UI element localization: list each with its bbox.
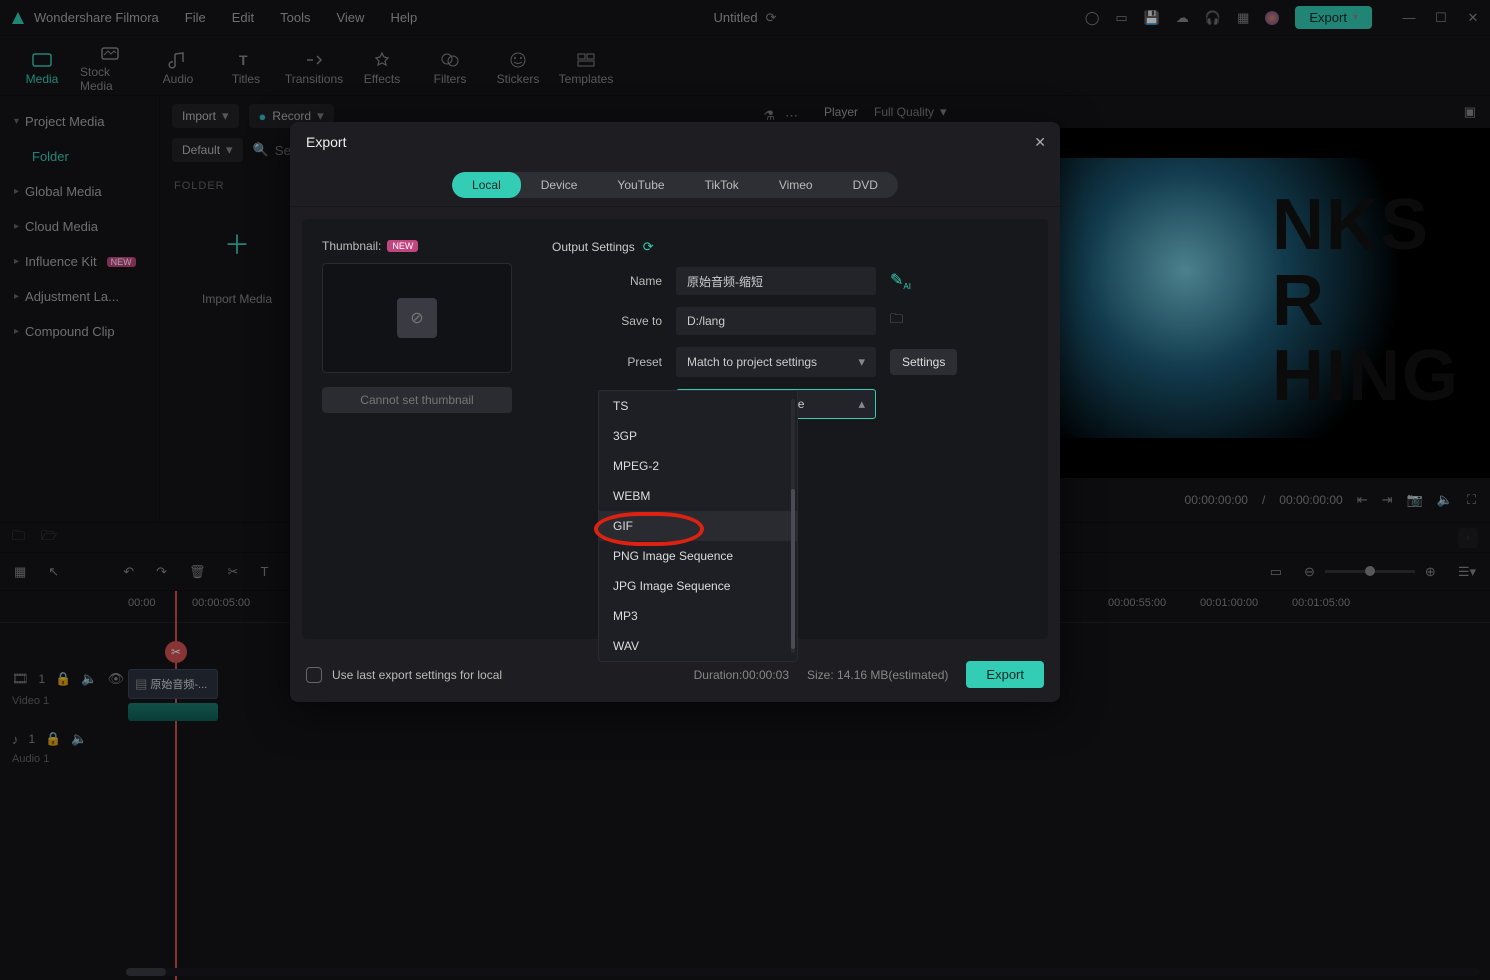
- new-badge: NEW: [387, 240, 418, 252]
- settings-button[interactable]: Settings: [890, 349, 957, 375]
- tab-dvd[interactable]: DVD: [833, 172, 898, 198]
- export-confirm-button[interactable]: Export: [966, 661, 1044, 688]
- annotation-highlight-ring: [594, 512, 704, 546]
- dialog-title: Export: [306, 134, 346, 150]
- output-settings-label: Output Settings: [552, 240, 635, 254]
- no-thumbnail-icon: ⊘: [397, 298, 437, 338]
- select-value: Match to project settings: [687, 355, 817, 369]
- close-icon[interactable]: ✕: [1034, 134, 1046, 151]
- format-option-mpeg2[interactable]: MPEG-2: [599, 451, 797, 481]
- tab-tiktok[interactable]: TikTok: [685, 172, 759, 198]
- ai-edit-icon[interactable]: ✎AI: [890, 270, 911, 291]
- use-last-settings-label: Use last export settings for local: [332, 668, 502, 682]
- chevron-down-icon: ▾: [858, 354, 865, 370]
- name-input[interactable]: [676, 267, 876, 295]
- thumbnail-preview[interactable]: ⊘: [322, 263, 512, 373]
- export-duration: Duration:00:00:03: [694, 668, 789, 682]
- folder-icon[interactable]: 🗀: [890, 310, 903, 332]
- tab-vimeo[interactable]: Vimeo: [759, 172, 833, 198]
- format-option-webm[interactable]: WEBM: [599, 481, 797, 511]
- preset-label: Preset: [552, 355, 662, 369]
- tab-local[interactable]: Local: [452, 172, 521, 198]
- tab-device[interactable]: Device: [521, 172, 598, 198]
- save-to-input[interactable]: [676, 307, 876, 335]
- format-option-ts[interactable]: TS: [599, 391, 797, 421]
- tab-youtube[interactable]: YouTube: [597, 172, 684, 198]
- format-option-mp3[interactable]: MP3: [599, 601, 797, 631]
- reset-icon[interactable]: ⟳: [643, 239, 654, 255]
- format-option-3gp[interactable]: 3GP: [599, 421, 797, 451]
- scrollbar-thumb[interactable]: [791, 489, 795, 649]
- dropdown-scrollbar[interactable]: [791, 399, 795, 653]
- name-label: Name: [552, 274, 662, 288]
- chevron-up-icon: ▴: [858, 396, 865, 412]
- cannot-set-thumbnail: Cannot set thumbnail: [322, 387, 512, 413]
- format-option-jpg-seq[interactable]: JPG Image Sequence: [599, 571, 797, 601]
- format-option-wav[interactable]: WAV: [599, 631, 797, 661]
- thumbnail-label: Thumbnail:: [322, 239, 381, 253]
- preset-select[interactable]: Match to project settings ▾: [676, 347, 876, 377]
- export-size: Size: 14.16 MB(estimated): [807, 668, 948, 682]
- use-last-settings-checkbox[interactable]: [306, 667, 322, 683]
- export-tabs: Local Device YouTube TikTok Vimeo DVD: [290, 162, 1060, 207]
- save-to-label: Save to: [552, 314, 662, 328]
